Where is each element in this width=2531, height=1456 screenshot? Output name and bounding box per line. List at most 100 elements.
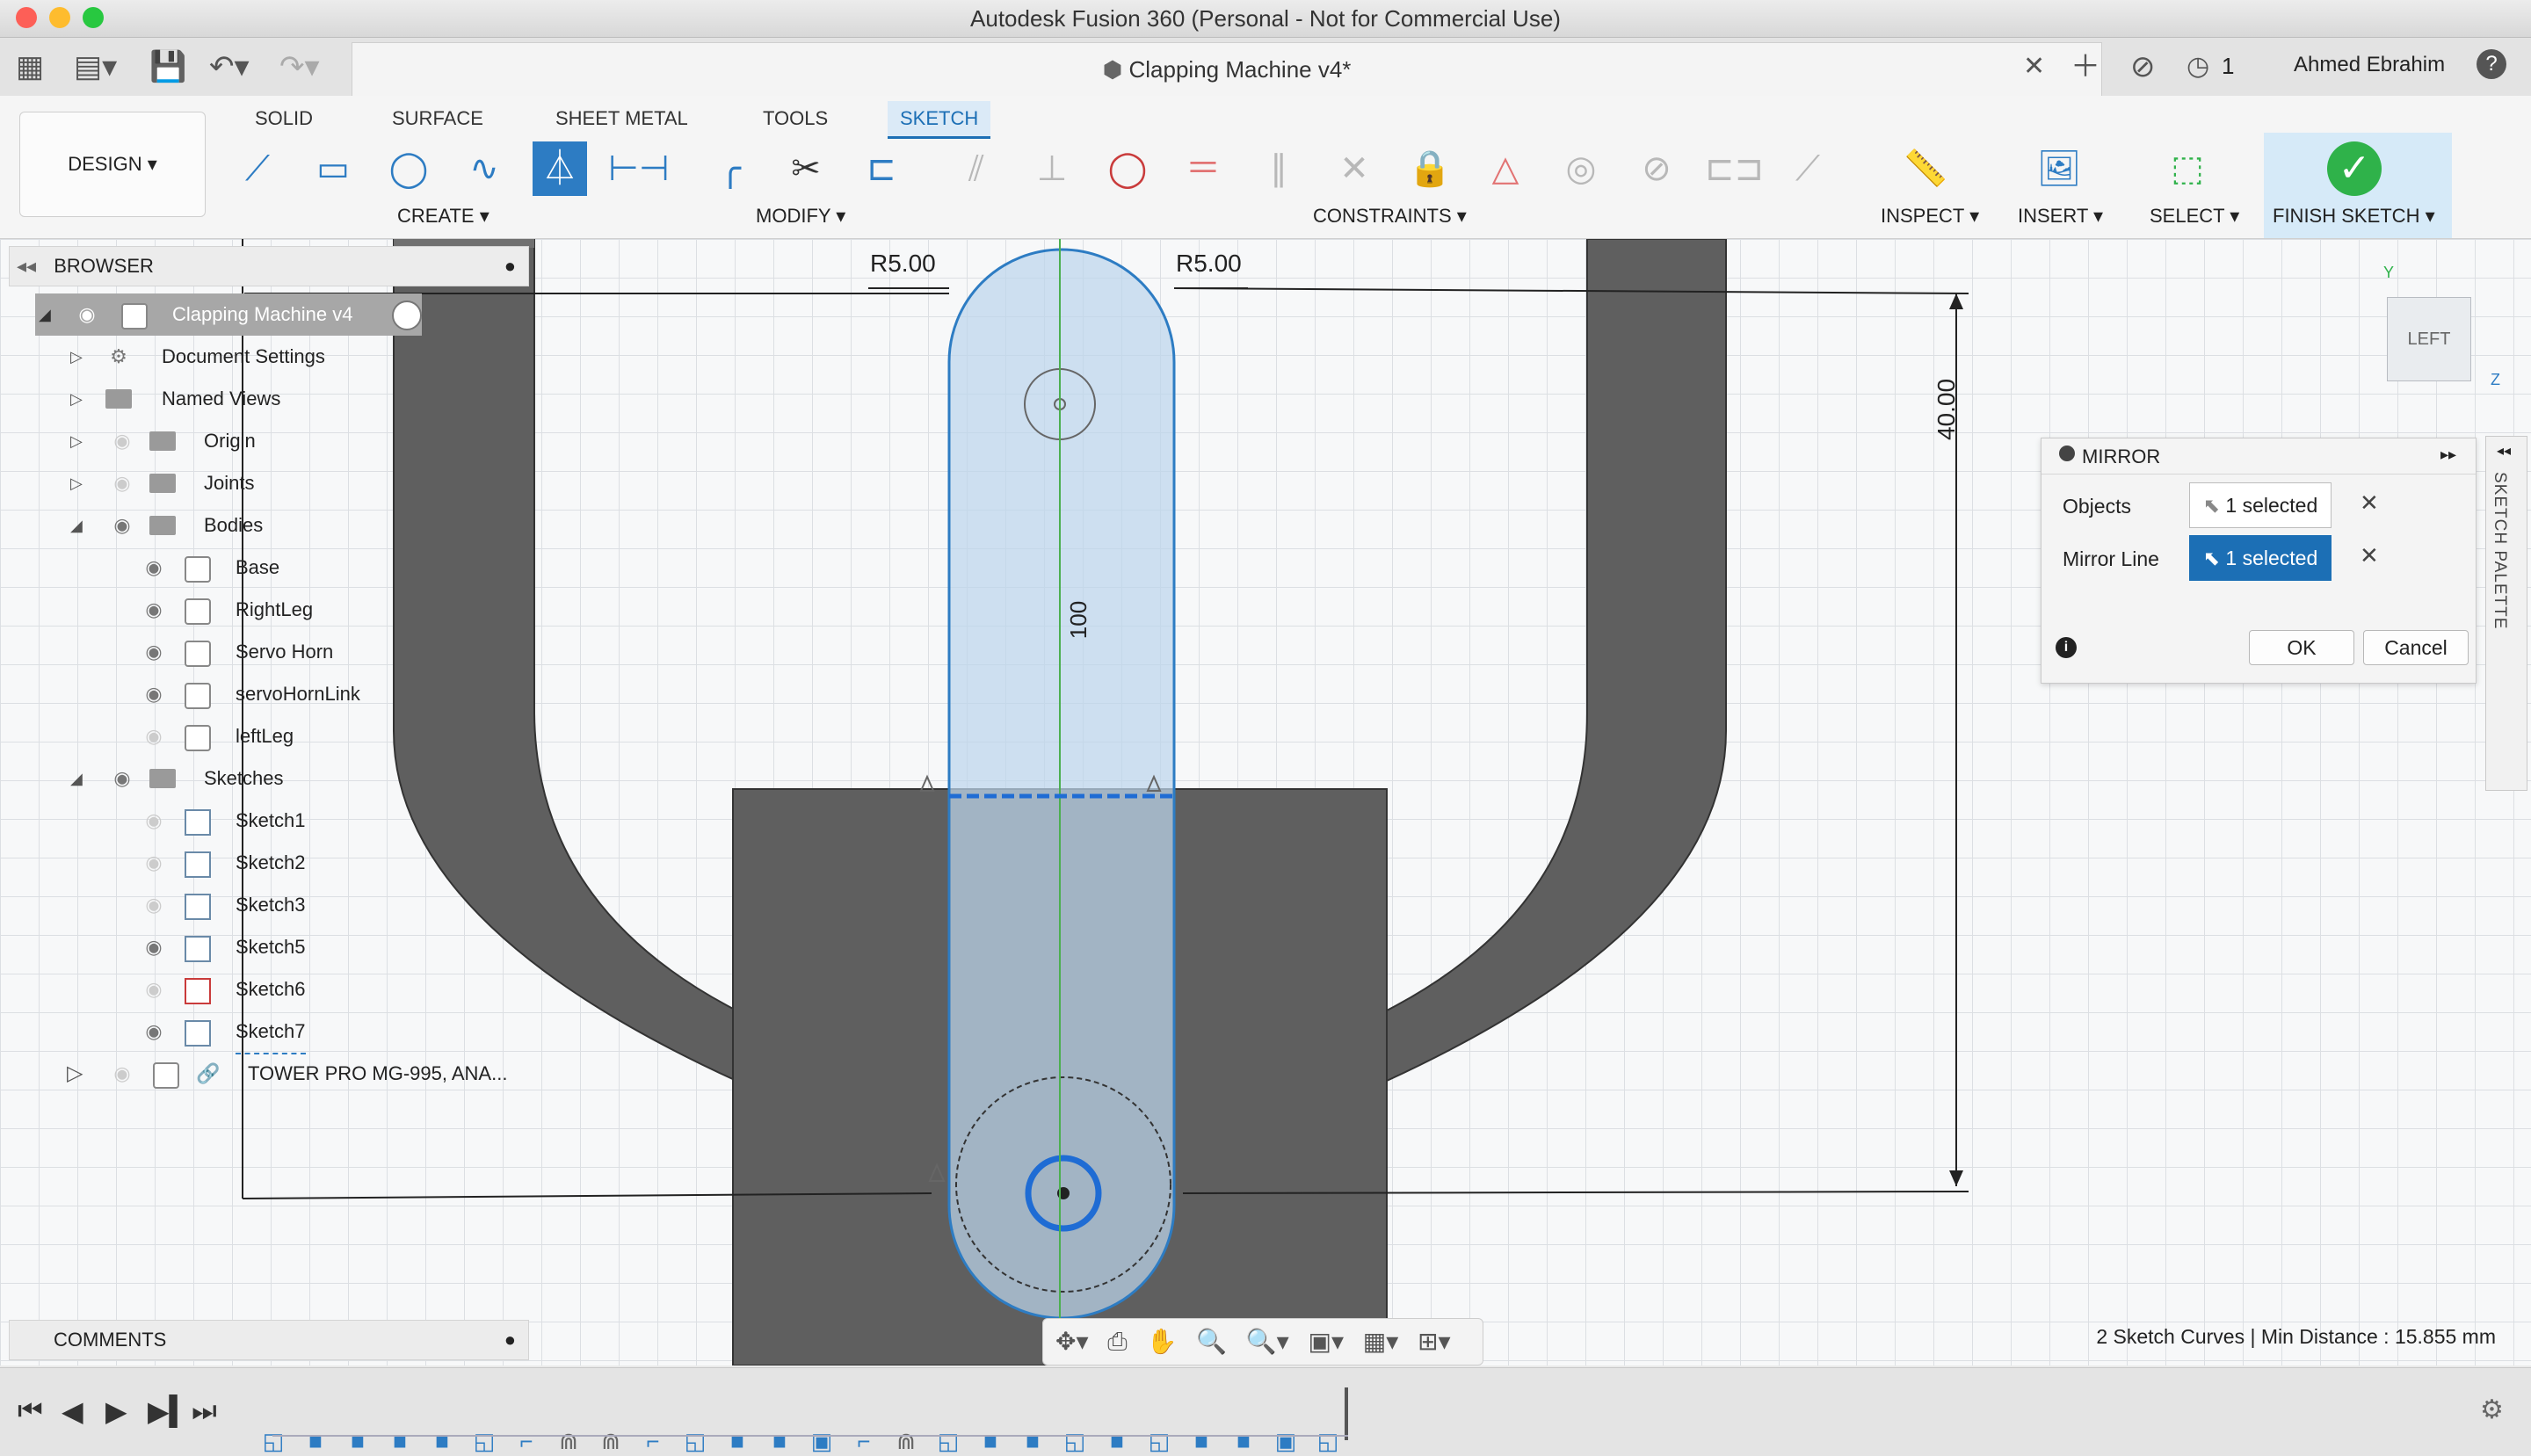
modify-menu[interactable]: MODIFY ▾ bbox=[756, 205, 845, 228]
expand-triangle-icon[interactable]: ▷ bbox=[70, 420, 83, 462]
tree-item-document-settings[interactable]: ▷ ⚙ Document Settings bbox=[70, 336, 475, 378]
collapse-triangle-icon[interactable]: ◢ bbox=[70, 757, 83, 800]
clear-mirror-line-icon[interactable]: ✕ bbox=[2360, 542, 2379, 569]
tree-item-sketch5[interactable]: ◉ Sketch5 bbox=[141, 926, 475, 968]
tree-item-named-views[interactable]: ▷ Named Views bbox=[70, 378, 475, 420]
timeline-joint-icon[interactable]: ⌐ bbox=[640, 1428, 666, 1454]
tree-item-sketch3[interactable]: ◉ Sketch3 bbox=[141, 884, 475, 926]
tab-sheet-metal[interactable]: SHEET METAL bbox=[543, 101, 700, 136]
tree-root[interactable]: ◢ ◉ Clapping Machine v4 bbox=[35, 293, 422, 336]
visibility-eye-icon[interactable]: ◉ bbox=[141, 1011, 167, 1053]
hidden-eye-icon[interactable]: ◉ bbox=[141, 884, 167, 926]
radius-dimension-right[interactable]: R5.00 bbox=[1176, 250, 1242, 278]
visibility-eye-icon[interactable]: ◉ bbox=[74, 293, 100, 336]
timeline-joint-icon[interactable]: ⋒ bbox=[893, 1428, 919, 1454]
tree-item-rightleg[interactable]: ◉ RightLeg bbox=[141, 589, 475, 631]
perpendicular-icon[interactable]: ⊥ bbox=[1025, 141, 1079, 196]
display-settings-icon[interactable]: ▣▾ bbox=[1309, 1328, 1345, 1355]
user-account[interactable]: Ahmed Ebrahim bbox=[2294, 53, 2445, 77]
sketch-palette-tab[interactable]: ◂◂ SKETCH PALETTE bbox=[2485, 436, 2527, 791]
finish-sketch-button[interactable]: ✓ FINISH SKETCH ▾ bbox=[2264, 133, 2452, 238]
hidden-eye-icon[interactable]: ◉ bbox=[141, 968, 167, 1011]
close-window-button[interactable] bbox=[16, 7, 37, 28]
timeline-joint-icon[interactable]: ⋒ bbox=[598, 1428, 624, 1454]
tangent-icon[interactable]: ◯ bbox=[1100, 141, 1155, 196]
select-menu[interactable]: SELECT ▾ bbox=[2150, 205, 2239, 228]
collinear-icon[interactable]: ✕ bbox=[1327, 141, 1382, 196]
activate-component-icon[interactable] bbox=[392, 301, 422, 330]
step-forward-icon[interactable]: ▶▍ bbox=[148, 1394, 191, 1428]
symmetry-icon[interactable]: ⊘ bbox=[1629, 141, 1684, 196]
tree-item-sketch6[interactable]: ◉ Sketch6 bbox=[141, 968, 475, 1011]
circle-icon[interactable]: ◯ bbox=[381, 141, 436, 196]
timeline-joint-icon[interactable]: ⋒ bbox=[555, 1428, 582, 1454]
collapse-browser-icon[interactable]: ◂◂ bbox=[17, 255, 36, 277]
document-tab[interactable]: ⬢ Clapping Machine v4* bbox=[352, 42, 2102, 96]
length-dimension-100[interactable]: 100 bbox=[1065, 601, 1092, 639]
hidden-eye-icon[interactable]: ◉ bbox=[109, 1053, 135, 1095]
tree-item-servo-horn[interactable]: ◉ Servo Horn bbox=[141, 631, 475, 673]
expand-triangle-icon[interactable]: ▷ bbox=[70, 378, 83, 420]
expand-triangle-icon[interactable]: ▷ bbox=[67, 1053, 83, 1095]
redo-icon[interactable]: ↷▾ bbox=[279, 49, 320, 84]
extensions-icon[interactable]: ⊘ bbox=[2130, 49, 2156, 84]
insert-menu[interactable]: INSERT ▾ bbox=[2018, 205, 2103, 228]
trim-icon[interactable]: ✂ bbox=[779, 141, 833, 196]
spline-icon[interactable]: ∿ bbox=[457, 141, 511, 196]
curvature-icon[interactable]: ⟋ bbox=[1780, 141, 1835, 196]
timeline-sketch-icon[interactable]: ◱ bbox=[935, 1428, 961, 1454]
visibility-eye-icon[interactable]: ◉ bbox=[141, 926, 167, 968]
mirror-dialog-header[interactable]: MIRROR ▸▸ bbox=[2041, 438, 2476, 474]
timeline-sketch-icon[interactable]: ◱ bbox=[1315, 1428, 1341, 1454]
info-icon[interactable]: i bbox=[2056, 637, 2077, 658]
step-back-icon[interactable]: ◀ bbox=[62, 1394, 83, 1428]
viewports-icon[interactable]: ⊞▾ bbox=[1418, 1328, 1451, 1355]
tree-item-base[interactable]: ◉ Base bbox=[141, 547, 475, 589]
go-to-end-icon[interactable]: ⏭ bbox=[192, 1394, 217, 1428]
timeline-extrude-icon[interactable]: ■ bbox=[766, 1428, 793, 1454]
zoom-window-button[interactable] bbox=[83, 7, 104, 28]
browser-header[interactable]: ◂◂ BROWSER ● bbox=[9, 246, 529, 286]
visibility-eye-icon[interactable]: ◉ bbox=[141, 589, 167, 631]
timeline-extrude-icon[interactable]: ■ bbox=[344, 1428, 371, 1454]
minimize-window-button[interactable] bbox=[49, 7, 70, 28]
tab-sketch[interactable]: SKETCH bbox=[888, 101, 991, 139]
timeline-sketch-icon[interactable]: ◱ bbox=[682, 1428, 708, 1454]
hidden-eye-icon[interactable]: ◉ bbox=[141, 715, 167, 757]
dimension-icon[interactable]: ⊢⊣ bbox=[608, 141, 670, 196]
radius-dimension-left[interactable]: R5.00 bbox=[870, 250, 936, 278]
objects-selection[interactable]: ⬉ 1 selected bbox=[2189, 482, 2332, 528]
rectangle-icon[interactable]: ▭ bbox=[306, 141, 360, 196]
visibility-eye-icon[interactable]: ◉ bbox=[141, 673, 167, 715]
offset-icon[interactable]: ⊏ bbox=[854, 141, 909, 196]
horizontal-vertical-icon[interactable]: ⊏⊐ bbox=[1705, 141, 1764, 196]
help-icon[interactable]: ? bbox=[2477, 49, 2506, 79]
timeline-joint-icon[interactable]: ⌐ bbox=[513, 1428, 540, 1454]
timeline-extrude-icon[interactable]: ■ bbox=[1019, 1428, 1046, 1454]
timeline-extrude-icon[interactable]: ■ bbox=[1104, 1428, 1130, 1454]
timeline-extrude-icon[interactable]: ■ bbox=[1188, 1428, 1215, 1454]
pan-icon[interactable]: ✋ bbox=[1146, 1328, 1177, 1355]
coincident-icon[interactable]: ⫽ bbox=[949, 141, 1004, 196]
visibility-eye-icon[interactable]: ◉ bbox=[109, 504, 135, 547]
tree-item-leftleg[interactable]: ◉ leftLeg bbox=[141, 715, 475, 757]
timeline-marker[interactable] bbox=[1345, 1387, 1348, 1440]
tree-item-joints[interactable]: ▷ ◉ Joints bbox=[70, 462, 475, 504]
timeline-extrude-icon[interactable]: ■ bbox=[724, 1428, 751, 1454]
mirror-line-selection[interactable]: ⬉ 1 selected bbox=[2189, 535, 2332, 581]
tree-item-sketch1[interactable]: ◉ Sketch1 bbox=[141, 800, 475, 842]
hidden-eye-icon[interactable]: ◉ bbox=[109, 420, 135, 462]
measure-icon[interactable]: 📏 bbox=[1898, 141, 1953, 196]
length-dimension-40[interactable]: 40.00 bbox=[1933, 379, 1961, 440]
collapse-triangle-icon[interactable]: ◢ bbox=[39, 293, 51, 336]
zoom-window-icon[interactable]: 🔍▾ bbox=[1246, 1328, 1289, 1355]
undo-icon[interactable]: ↶▾ bbox=[209, 49, 250, 84]
equal-icon[interactable]: ＝ bbox=[1176, 141, 1230, 196]
select-box-icon[interactable]: ⬚ bbox=[2160, 141, 2215, 196]
new-tab-icon[interactable]: ＋ bbox=[2070, 49, 2100, 84]
midpoint-icon[interactable]: △ bbox=[1478, 141, 1533, 196]
insert-image-icon[interactable]: 🖼 bbox=[2032, 141, 2086, 196]
timeline-extrude-icon[interactable]: ■ bbox=[1230, 1428, 1257, 1454]
tree-item-sketches[interactable]: ◢ ◉ Sketches bbox=[70, 757, 475, 800]
timeline-sketch-icon[interactable]: ◱ bbox=[1062, 1428, 1088, 1454]
